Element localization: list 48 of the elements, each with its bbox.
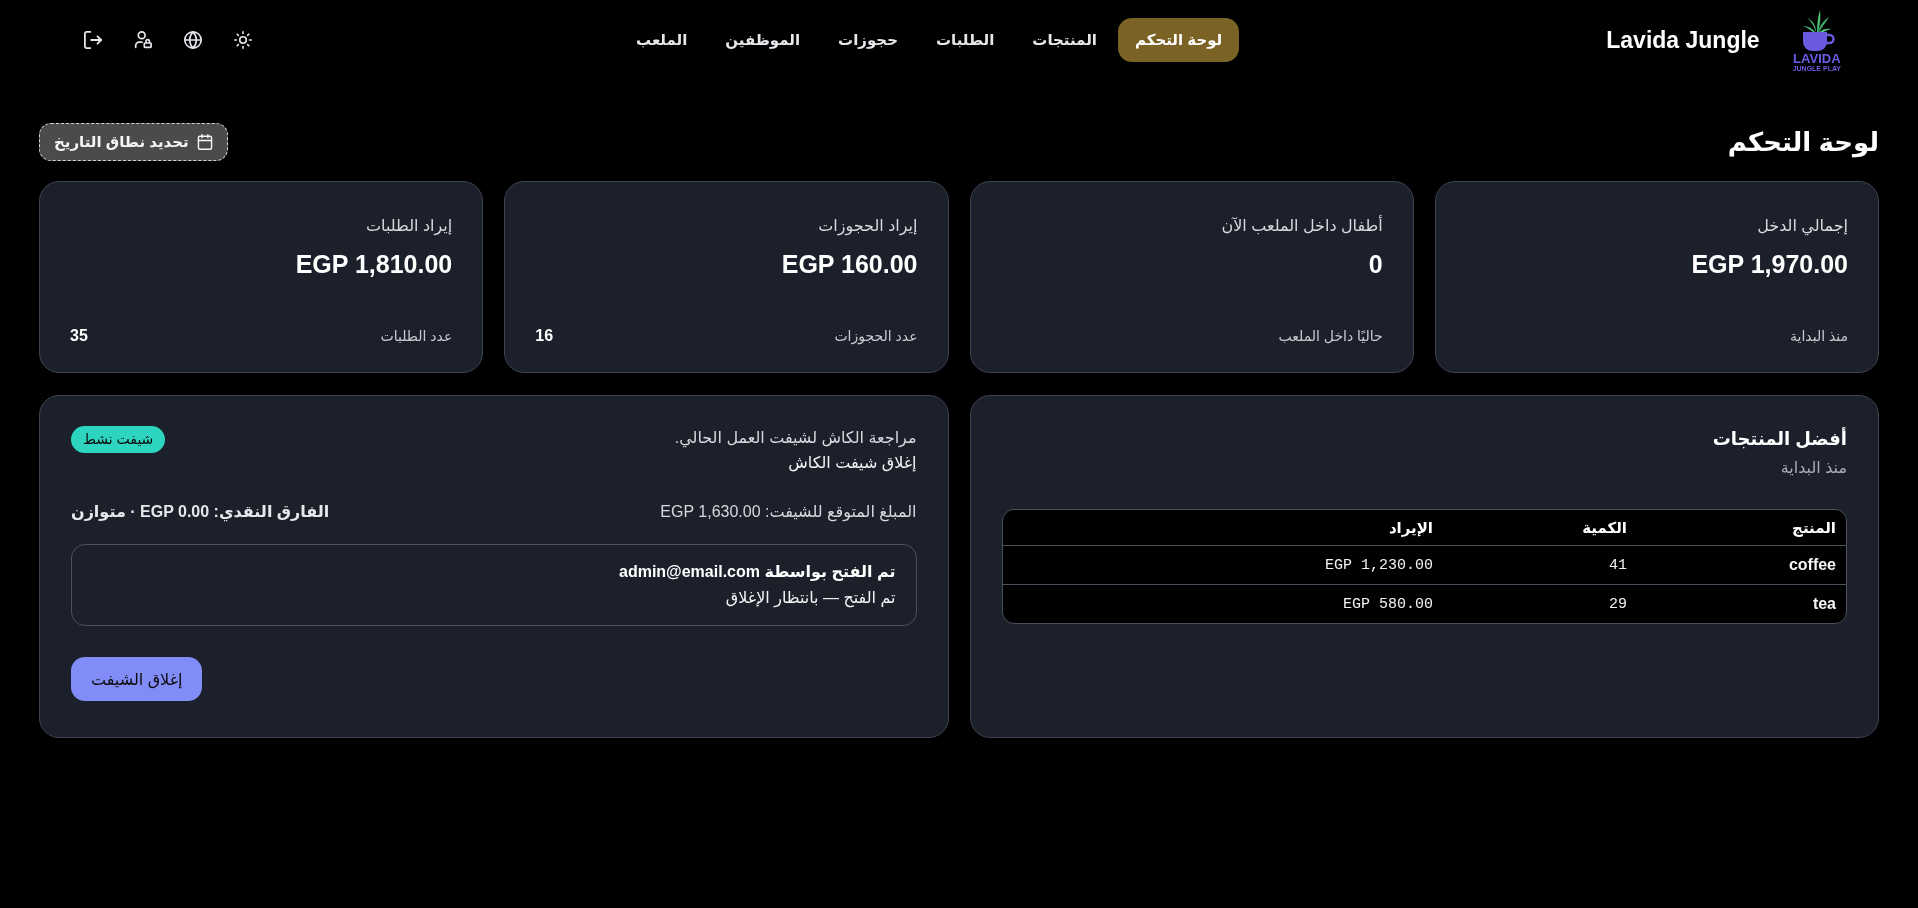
stat-footer-label: منذ البداية bbox=[1790, 327, 1848, 346]
date-range-button[interactable]: تحديد نطاق التاريخ bbox=[39, 123, 228, 161]
table-cell: 41 bbox=[1443, 545, 1637, 585]
nav-tab[interactable]: المنتجات bbox=[1015, 18, 1114, 62]
nav-tab[interactable]: حجوزات bbox=[821, 18, 915, 62]
stat-label: أطفال داخل الملعب الآن bbox=[1221, 216, 1383, 236]
column-header: الإيراد bbox=[1002, 510, 1443, 546]
nav-tab[interactable]: الطلبات bbox=[919, 18, 1012, 62]
stat-value: EGP 1,810.00 bbox=[295, 249, 453, 280]
stat-label: إجمالي الدخل bbox=[1757, 216, 1848, 236]
stat-value: EGP 160.00 bbox=[781, 249, 918, 280]
page-title: لوحة التحكم bbox=[1727, 126, 1879, 160]
user-lock-icon[interactable] bbox=[134, 31, 152, 49]
stat-value: 0 bbox=[1368, 249, 1383, 280]
status-badge: شيفت نشط bbox=[71, 426, 166, 453]
globe-icon[interactable] bbox=[184, 31, 202, 49]
table-cell: EGP 1,230.00 bbox=[1002, 545, 1443, 585]
stat-value: EGP 1,970.00 bbox=[1691, 249, 1848, 280]
expected-amount: المبلغ المتوقع للشيفت: EGP 1,630.00 bbox=[660, 502, 917, 524]
calendar-icon bbox=[196, 134, 213, 150]
nav-tab[interactable]: الموظفين bbox=[708, 18, 818, 62]
brand-name: Lavida Jungle bbox=[1606, 26, 1760, 54]
stat-label: إيراد الطلبات bbox=[366, 216, 453, 236]
close-shift-button[interactable]: إغلاق الشيفت bbox=[71, 657, 203, 701]
stat-footer-value: 35 bbox=[70, 326, 88, 346]
panel-subtitle: منذ البداية bbox=[1780, 458, 1847, 478]
nav-tab[interactable]: الملعب bbox=[619, 18, 705, 62]
panel-title: إغلاق شيفت الكاش bbox=[788, 453, 917, 472]
table-cell: coffee bbox=[1637, 545, 1846, 585]
nav-tab[interactable]: لوحة التحكم bbox=[1117, 18, 1240, 62]
shift-status-text: تم الفتح — بانتظار الإغلاق bbox=[725, 588, 896, 610]
sun-icon[interactable] bbox=[234, 31, 252, 49]
stat-footer-label: حاليًا داخل الملعب bbox=[1278, 327, 1383, 346]
column-header: المنتج bbox=[1637, 510, 1846, 546]
panel-title: أفضل المنتجات bbox=[1712, 426, 1847, 451]
stat-footer-label: عدد الطلبات bbox=[380, 327, 453, 346]
opened-by-text: تم الفتح بواسطة admin@email.com bbox=[619, 562, 896, 583]
logout-icon[interactable] bbox=[84, 31, 102, 49]
stat-footer-value: 16 bbox=[535, 326, 554, 346]
table-cell: EGP 580.00 bbox=[1002, 584, 1443, 623]
stat-label: إيراد الحجوزات bbox=[818, 216, 918, 236]
table-cell: 29 bbox=[1443, 584, 1637, 623]
cash-difference: الفارق النقدي: EGP 0.00 · متوازن bbox=[71, 502, 330, 524]
table-cell: tea bbox=[1637, 584, 1846, 623]
logo-wordmark: LAVIDA bbox=[1793, 51, 1841, 65]
shift-description: مراجعة الكاش لشيفت العمل الحالي. bbox=[674, 428, 917, 450]
stat-footer-label: عدد الحجوزات bbox=[834, 327, 918, 346]
column-header: الكمية bbox=[1443, 510, 1637, 546]
